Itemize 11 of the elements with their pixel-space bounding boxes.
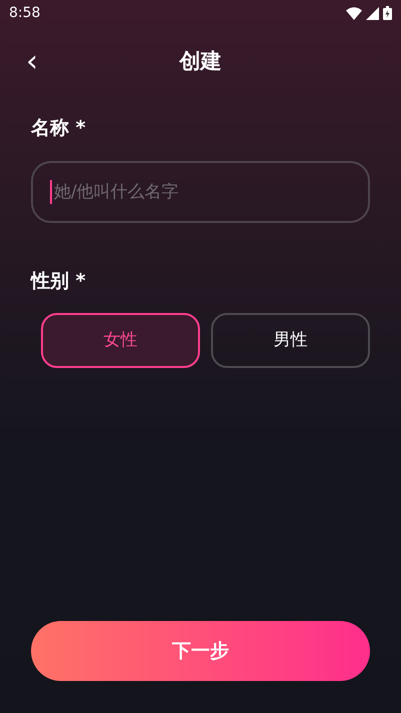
signal-icon [366,6,379,20]
back-button[interactable]: ‹ [18,46,46,78]
gender-option[interactable]: 女性 [41,313,200,368]
battery-icon [383,6,392,20]
wifi-icon [346,6,362,20]
gender-option[interactable]: 男性 [211,313,370,368]
page-title: 创建 [180,48,222,76]
name-label: 名称 * [31,117,86,139]
name-input-field[interactable]: 她/他叫什么名字 [31,160,370,222]
gender-label: 性别 * [31,270,86,292]
status-time: 8:58 [9,4,40,22]
